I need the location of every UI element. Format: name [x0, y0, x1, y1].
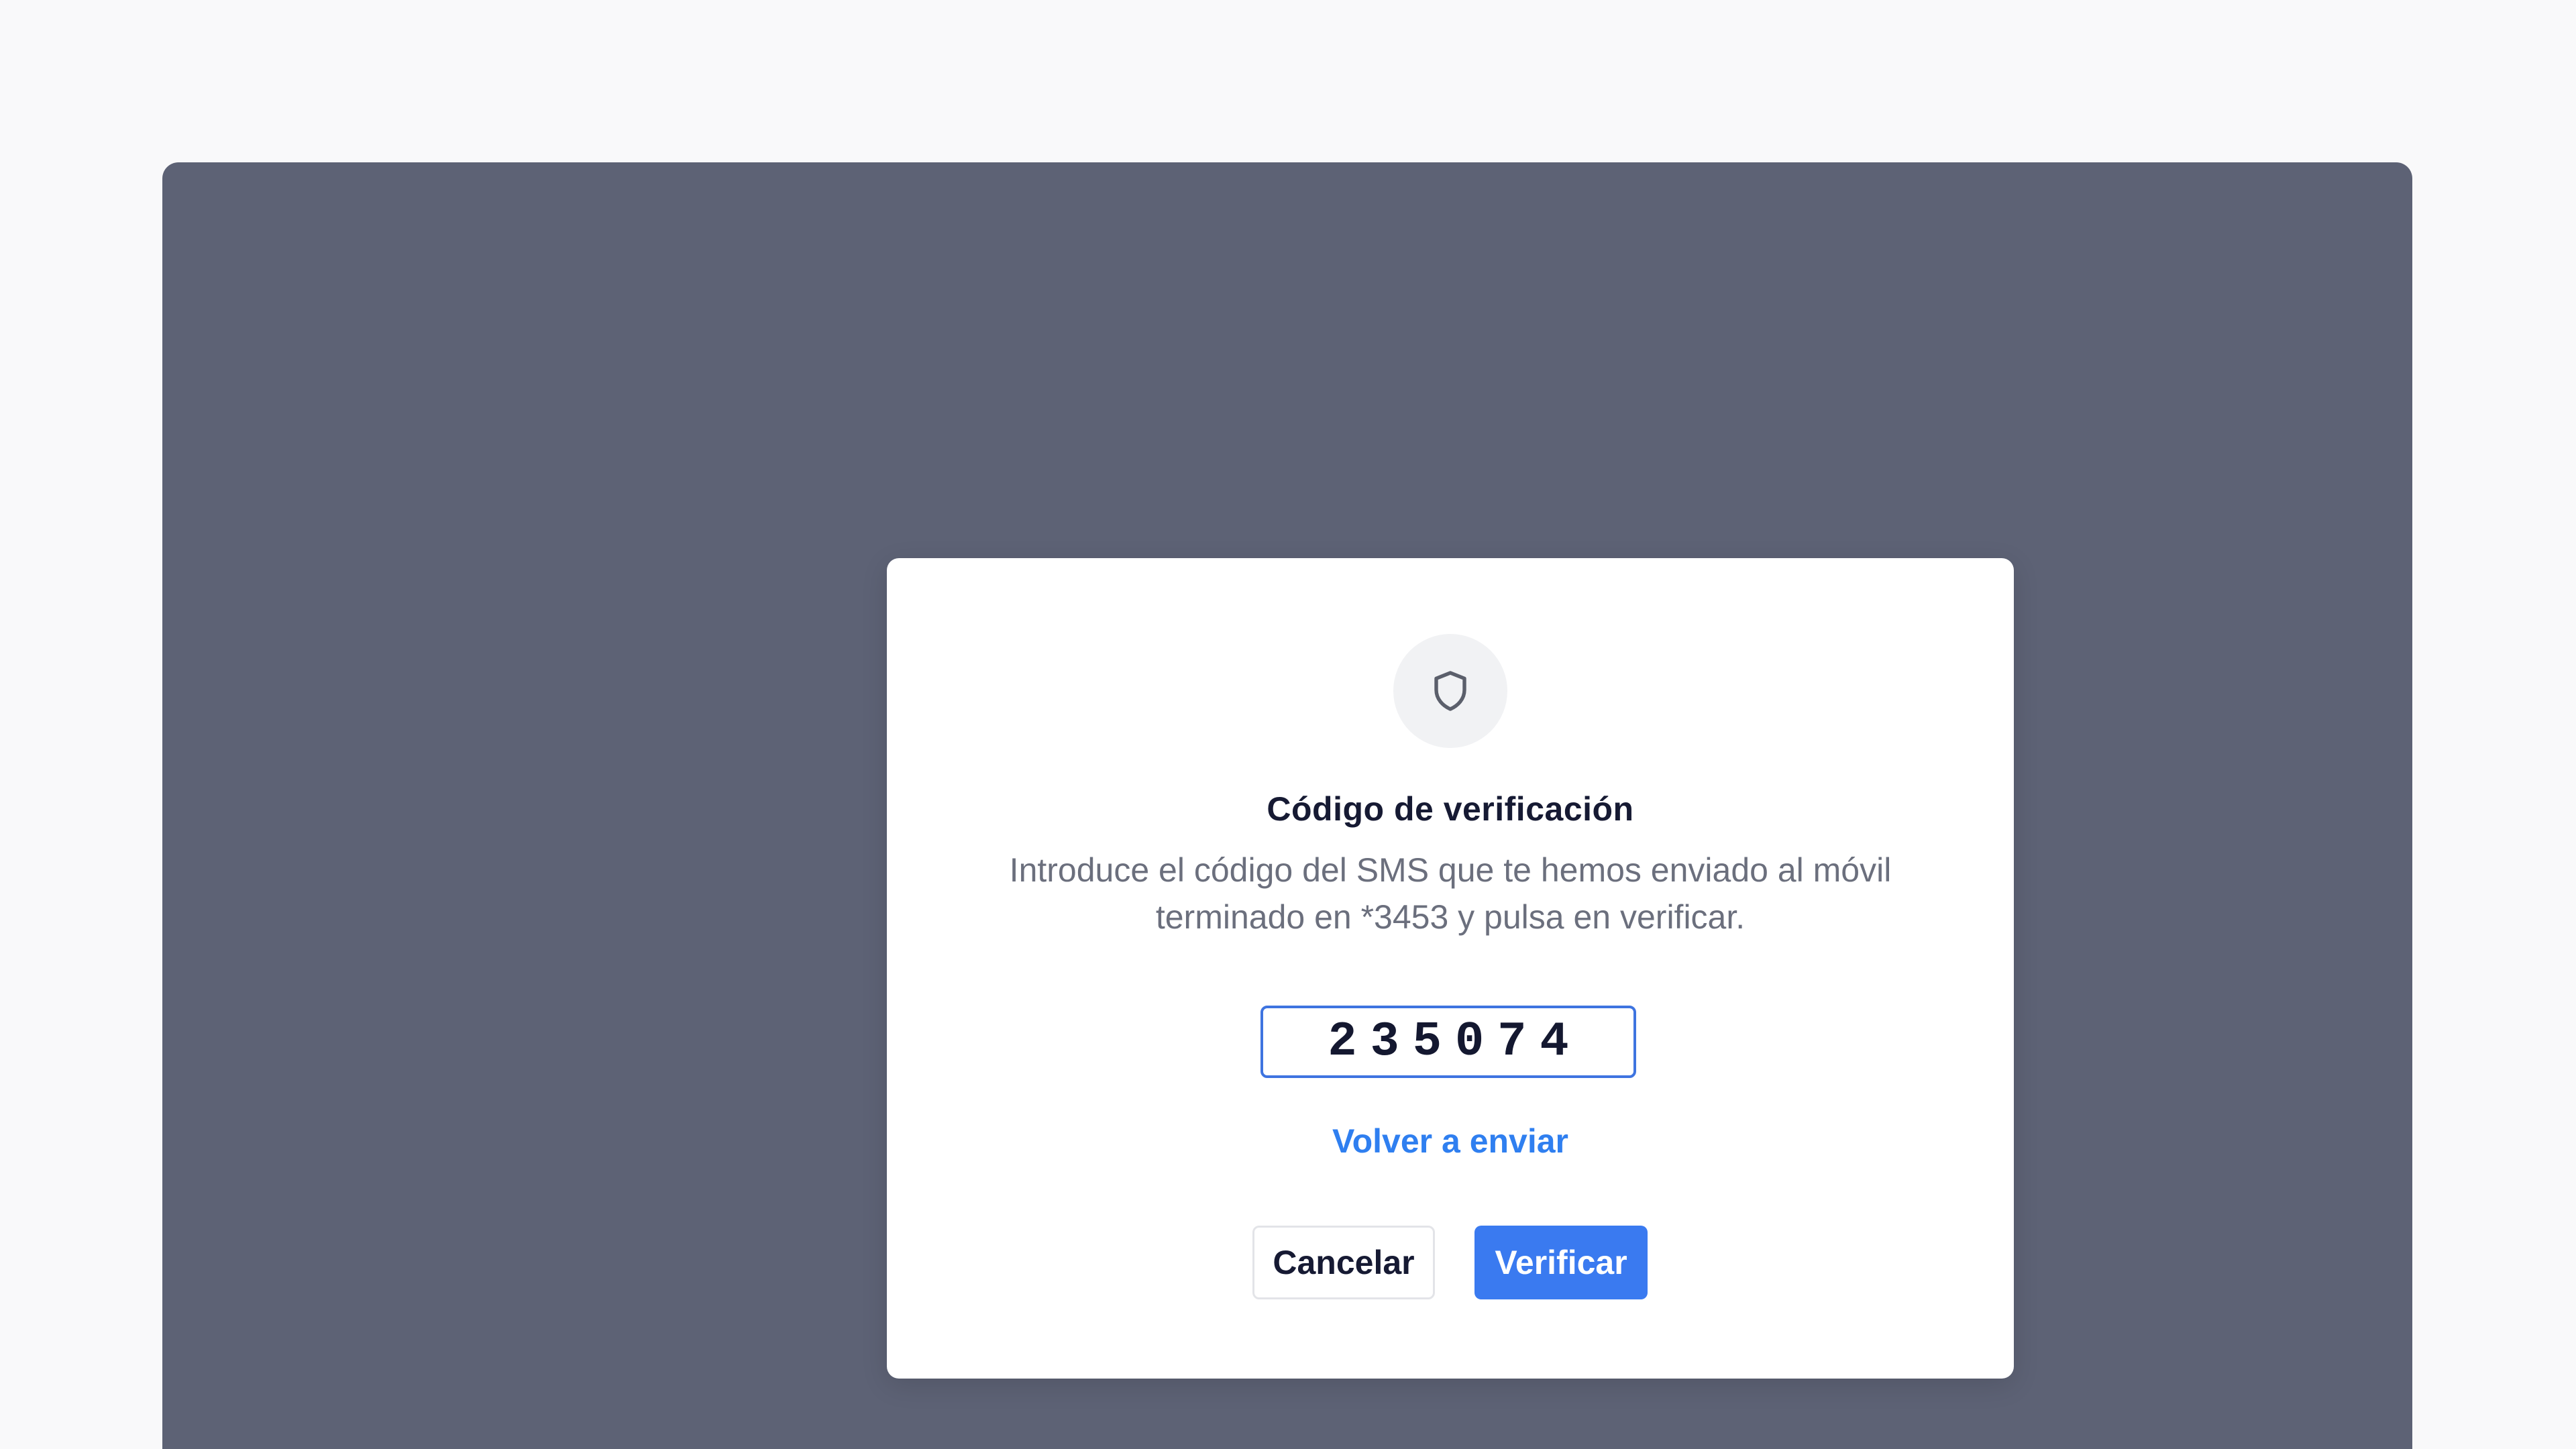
verification-dialog: Código de verificación Introduce el códi… [887, 558, 2014, 1379]
verification-code-input[interactable] [1260, 1006, 1636, 1078]
cancel-button[interactable]: Cancelar [1252, 1226, 1435, 1299]
verify-button[interactable]: Verificar [1474, 1226, 1648, 1299]
resend-link[interactable]: Volver a enviar [887, 1122, 2014, 1161]
dialog-title: Código de verificación [1267, 790, 1634, 828]
shield-icon [1434, 671, 1466, 711]
dialog-description: Introduce el código del SMS que te hemos… [1009, 851, 1892, 936]
shield-icon-badge [1393, 634, 1507, 748]
modal-backdrop: Código de verificación Introduce el códi… [162, 162, 2412, 1449]
